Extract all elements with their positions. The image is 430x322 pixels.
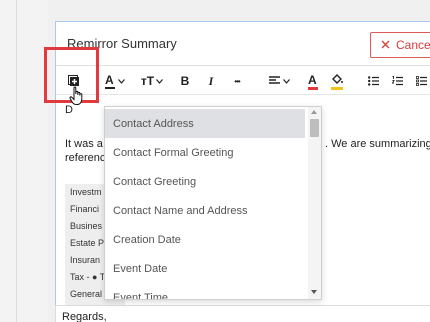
bold-button[interactable]: B: [178, 71, 192, 91]
align-left-icon: [268, 76, 280, 86]
table-row: General: [70, 289, 103, 299]
intro-text-line2: referenc: [65, 152, 106, 164]
table-row: Busines: [70, 221, 103, 231]
editor-toolbar: A тT B I ••• A: [56, 67, 430, 95]
dropdown-item[interactable]: Contact Address: [105, 109, 305, 138]
text-color-icon: A: [105, 73, 115, 89]
chevron-down-icon: [156, 78, 164, 84]
text-color-glyph: A: [105, 73, 114, 87]
scroll-thumb[interactable]: [310, 119, 319, 137]
bullet-list-icon: [367, 76, 379, 86]
numbered-list-button[interactable]: [390, 71, 404, 91]
checklist-button[interactable]: [414, 71, 428, 91]
font-color-button[interactable]: A: [306, 71, 320, 91]
left-panel: [0, 0, 48, 322]
dialog-header: Remirror Summary Cance: [56, 22, 430, 66]
variable-dropdown: Contact Address Contact Formal Greeting …: [104, 106, 322, 300]
checklist-icon: [415, 76, 427, 86]
dropdown-item[interactable]: Contact Formal Greeting: [105, 138, 305, 167]
dropdown-item[interactable]: Event Time: [105, 283, 305, 300]
bullet-list-button[interactable]: [366, 71, 380, 91]
page: Remirror Summary Cance A тT B I ••• A D …: [0, 0, 430, 322]
dropdown-scrollbar[interactable]: [308, 107, 321, 299]
dropdown-item[interactable]: Event Date: [105, 254, 305, 283]
italic-button[interactable]: I: [204, 71, 218, 91]
font-size-button[interactable]: тT: [138, 71, 166, 91]
font-color-glyph: A: [308, 72, 317, 87]
regards-text: Regards,: [62, 311, 107, 322]
hand-cursor-icon: [69, 86, 85, 111]
scroll-up-arrow-icon[interactable]: [311, 110, 317, 114]
font-size-icon: тT: [140, 74, 155, 88]
panel-divider: [16, 0, 17, 322]
intro-text-right: . We are summarizing: [325, 138, 430, 150]
highlight-color-bar: [331, 86, 343, 90]
table-row: Tax - ● T: [70, 272, 106, 282]
scroll-down-arrow-icon[interactable]: [311, 290, 317, 294]
signature-area[interactable]: Regards,: [55, 305, 430, 322]
highlight-button[interactable]: [330, 71, 344, 91]
close-icon: [381, 38, 390, 52]
dropdown-item[interactable]: Contact Name and Address: [105, 196, 305, 225]
font-color-bar: [308, 86, 318, 90]
text-color-button[interactable]: A: [102, 71, 128, 91]
more-options-button[interactable]: •••: [228, 71, 246, 91]
table-row: Financi: [70, 204, 100, 214]
text-color-bar: [105, 87, 115, 89]
chevron-down-icon: [118, 78, 125, 84]
align-button[interactable]: [266, 71, 292, 91]
cancel-button[interactable]: Cance: [370, 32, 430, 58]
numbered-list-icon: [391, 76, 403, 86]
table-row: Investm: [70, 187, 102, 197]
chevron-down-icon: [282, 78, 290, 84]
dropdown-item[interactable]: Contact Greeting: [105, 167, 305, 196]
font-color-icon: A: [308, 73, 318, 90]
dropdown-item[interactable]: Creation Date: [105, 225, 305, 254]
paint-bucket-icon: [331, 73, 343, 90]
cancel-label: Cance: [396, 38, 430, 52]
table-row: Insuran: [70, 255, 101, 265]
table-row: Estate P: [70, 238, 105, 248]
